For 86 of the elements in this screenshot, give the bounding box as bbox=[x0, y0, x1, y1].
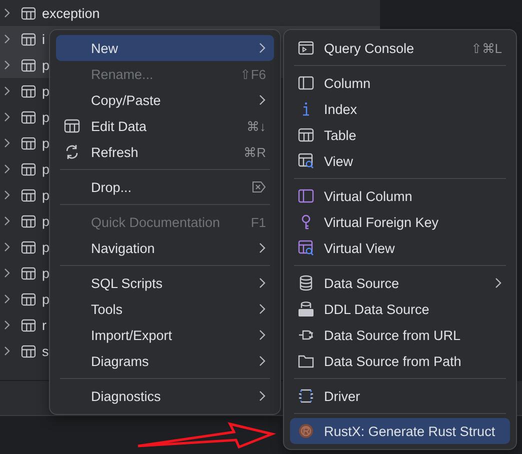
menu-item[interactable]: New bbox=[56, 35, 274, 61]
chevron-icon[interactable] bbox=[3, 60, 11, 70]
menu-item[interactable]: Table bbox=[290, 122, 510, 148]
menu-item[interactable]: Data Source from Path bbox=[290, 348, 510, 374]
tree-item-label[interactable]: p bbox=[42, 188, 50, 202]
table-icon bbox=[21, 266, 36, 280]
view-icon bbox=[298, 153, 314, 169]
chevron-icon[interactable] bbox=[3, 320, 11, 330]
shortcut-label: ⌘R bbox=[244, 144, 266, 160]
menu-item[interactable]: Virtual View bbox=[290, 235, 510, 261]
chevron-icon[interactable] bbox=[3, 164, 11, 174]
view-icon bbox=[298, 240, 314, 256]
delete-key-icon bbox=[252, 181, 266, 193]
driver-icon bbox=[298, 388, 314, 404]
menu-item[interactable]: DDL Data Source bbox=[290, 296, 510, 322]
menu-item[interactable]: Virtual Column bbox=[290, 183, 510, 209]
tree-item-label[interactable]: p bbox=[42, 162, 50, 176]
shortcut-label: ⇧⌘L bbox=[470, 40, 502, 56]
menu-item[interactable]: Navigation bbox=[56, 235, 274, 261]
table-icon bbox=[21, 292, 36, 306]
chevron-icon[interactable] bbox=[3, 216, 11, 226]
console-icon bbox=[298, 40, 314, 56]
menu-item[interactable]: Driver bbox=[290, 383, 510, 409]
tree-item-label[interactable]: r bbox=[42, 318, 46, 332]
shortcut-label: F1 bbox=[250, 214, 266, 230]
shortcut-label: ⇧F6 bbox=[240, 66, 266, 82]
tree-item-label[interactable]: p bbox=[42, 292, 50, 306]
shortcut-label: ⌘↓ bbox=[246, 118, 266, 134]
folder-icon bbox=[298, 353, 314, 369]
table-icon bbox=[21, 188, 36, 202]
menu-item[interactable]: Edit Data ⌘↓ bbox=[56, 113, 274, 139]
chevron-icon[interactable] bbox=[3, 8, 11, 18]
menu-item[interactable]: Index bbox=[290, 96, 510, 122]
table-icon bbox=[21, 318, 36, 332]
menu-item[interactable]: Diagnostics bbox=[56, 383, 274, 409]
menu-item[interactable]: Tools bbox=[56, 296, 274, 322]
database-icon bbox=[298, 275, 314, 291]
table-icon bbox=[21, 136, 36, 150]
chevron-icon[interactable] bbox=[3, 190, 11, 200]
table-icon bbox=[298, 127, 314, 143]
chevron-icon[interactable] bbox=[3, 86, 11, 96]
tree-item-label[interactable]: p bbox=[42, 214, 50, 228]
chevron-icon[interactable] bbox=[3, 138, 11, 148]
menu-item[interactable]: Column bbox=[290, 70, 510, 96]
table-icon bbox=[21, 214, 36, 228]
menu-item[interactable]: SQL Scripts bbox=[56, 270, 274, 296]
menu-item[interactable]: Drop... bbox=[56, 174, 274, 200]
menu-item[interactable]: Data Source from URL bbox=[290, 322, 510, 348]
refresh-icon bbox=[64, 144, 80, 160]
menu-item[interactable]: RustX: Generate Rust Struct bbox=[290, 418, 510, 444]
tree-item-label[interactable]: s bbox=[42, 344, 49, 358]
menu-item[interactable]: Import/Export bbox=[56, 322, 274, 348]
tree-item-label[interactable]: p bbox=[42, 266, 50, 280]
menu-item[interactable]: Copy/Paste bbox=[56, 87, 274, 113]
tree-item-label[interactable]: p bbox=[42, 136, 50, 150]
menu-item[interactable]: Diagrams bbox=[56, 348, 274, 374]
chevron-icon[interactable] bbox=[3, 34, 11, 44]
tree-item-label[interactable]: exception bbox=[42, 6, 100, 20]
menu-item[interactable]: Virtual Foreign Key bbox=[290, 209, 510, 235]
tree-item-label[interactable]: p bbox=[42, 58, 50, 72]
chevron-icon[interactable] bbox=[3, 346, 11, 356]
column-icon bbox=[298, 188, 314, 204]
chevron-icon[interactable] bbox=[3, 112, 11, 122]
database-icon bbox=[298, 301, 314, 317]
tree-item-label[interactable]: p bbox=[42, 84, 50, 98]
menu-item[interactable]: Data Source bbox=[290, 270, 510, 296]
tree-item-label[interactable]: p bbox=[42, 240, 50, 254]
tree-item-label[interactable]: i bbox=[42, 32, 45, 46]
table-icon bbox=[21, 32, 36, 46]
menu-item[interactable]: View bbox=[290, 148, 510, 174]
tree-item-label[interactable]: p bbox=[42, 110, 50, 124]
table-icon bbox=[21, 6, 36, 20]
menu-item[interactable]: Query Console ⇧⌘L bbox=[290, 35, 510, 61]
column-icon bbox=[298, 75, 314, 91]
table-icon bbox=[21, 58, 36, 72]
table-icon bbox=[64, 118, 80, 134]
table-icon bbox=[21, 84, 36, 98]
menu-item[interactable]: Refresh ⌘R bbox=[56, 139, 274, 165]
chevron-icon[interactable] bbox=[3, 268, 11, 278]
chevron-icon[interactable] bbox=[3, 294, 11, 304]
rust-logo-icon bbox=[298, 423, 314, 439]
chevron-icon[interactable] bbox=[3, 242, 11, 252]
table-icon bbox=[21, 344, 36, 358]
table-icon bbox=[21, 110, 36, 124]
table-icon bbox=[21, 162, 36, 176]
table-icon bbox=[21, 240, 36, 254]
